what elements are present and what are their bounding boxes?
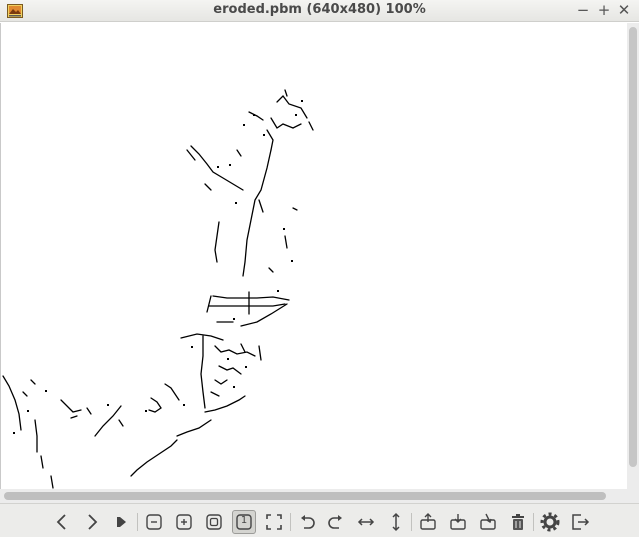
toolbar-separator bbox=[290, 513, 291, 531]
minimize-button[interactable]: − bbox=[575, 1, 591, 19]
fullscreen-icon bbox=[266, 514, 282, 530]
eroded-image bbox=[2, 89, 314, 489]
title-bar: eroded.pbm (640x480) 100% − + ✕ bbox=[0, 0, 639, 22]
window-title: eroded.pbm (640x480) 100% bbox=[213, 2, 426, 17]
delete-button[interactable] bbox=[507, 511, 529, 533]
horizontal-scrollbar-thumb[interactable] bbox=[4, 492, 606, 500]
open-button[interactable] bbox=[417, 511, 439, 533]
slideshow-button[interactable] bbox=[110, 511, 132, 533]
toolbar: 1 bbox=[0, 503, 639, 537]
zoom-fit-button[interactable] bbox=[203, 511, 225, 533]
zoom-fit-icon bbox=[206, 514, 222, 530]
next-icon bbox=[88, 514, 98, 530]
maximize-button[interactable]: + bbox=[596, 1, 612, 19]
save-icon bbox=[450, 514, 466, 530]
save-as-icon bbox=[480, 513, 496, 530]
next-image-button[interactable] bbox=[81, 511, 103, 533]
previous-image-button[interactable] bbox=[51, 511, 73, 533]
zoom-in-icon bbox=[176, 514, 192, 530]
toolbar-separator bbox=[411, 513, 412, 531]
rotate-left-icon bbox=[301, 515, 315, 529]
preferences-button[interactable] bbox=[539, 511, 561, 533]
fullscreen-button[interactable] bbox=[263, 511, 285, 533]
quit-button[interactable] bbox=[569, 511, 591, 533]
slideshow-icon bbox=[117, 517, 126, 527]
zoom-original-label: 1 bbox=[240, 515, 248, 526]
zoom-out-icon bbox=[146, 514, 162, 530]
toolbar-separator bbox=[137, 513, 138, 531]
image-viewport[interactable] bbox=[0, 23, 626, 489]
rotate-right-icon bbox=[328, 515, 342, 529]
quit-icon bbox=[572, 514, 590, 530]
rotate-left-button[interactable] bbox=[296, 511, 318, 533]
vertical-scrollbar-thumb[interactable] bbox=[629, 27, 637, 467]
zoom-out-button[interactable] bbox=[143, 511, 165, 533]
close-button[interactable]: ✕ bbox=[616, 1, 632, 19]
flip-horizontal-icon bbox=[357, 518, 375, 526]
scrollbar-corner bbox=[627, 489, 639, 503]
flip-vertical-icon bbox=[392, 512, 400, 532]
flip-horizontal-button[interactable] bbox=[355, 511, 377, 533]
preferences-icon bbox=[540, 512, 560, 532]
flip-vertical-button[interactable] bbox=[385, 511, 407, 533]
open-icon bbox=[420, 513, 436, 530]
save-button[interactable] bbox=[447, 511, 469, 533]
previous-icon bbox=[56, 514, 66, 530]
zoom-original-button[interactable]: 1 bbox=[232, 510, 256, 534]
delete-icon bbox=[512, 514, 524, 530]
save-as-button[interactable] bbox=[477, 511, 499, 533]
zoom-in-button[interactable] bbox=[173, 511, 195, 533]
rotate-right-button[interactable] bbox=[325, 511, 347, 533]
toolbar-separator bbox=[533, 513, 534, 531]
